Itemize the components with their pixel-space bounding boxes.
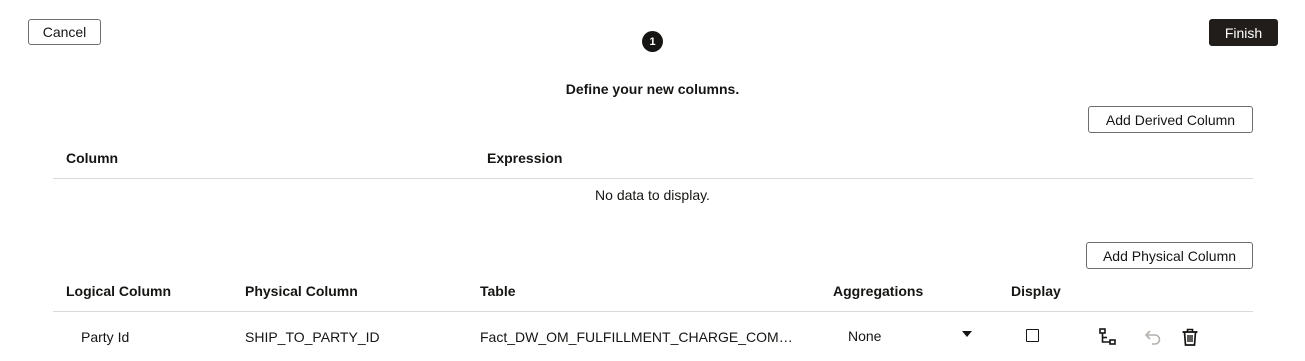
aggregation-value: None [848, 328, 882, 344]
aggregation-select[interactable]: None [838, 323, 980, 351]
column-header-display: Display [1011, 283, 1061, 299]
undo-icon[interactable] [1143, 327, 1163, 347]
finish-button[interactable]: Finish [1209, 19, 1278, 46]
derived-empty-message: No data to display. [595, 187, 710, 203]
physical-column-cell: SHIP_TO_PARTY_ID [245, 329, 380, 345]
add-physical-column-button[interactable]: Add Physical Column [1086, 242, 1253, 269]
physical-table-divider [53, 311, 1253, 312]
cancel-button[interactable]: Cancel [28, 19, 101, 45]
column-header-aggregations: Aggregations [833, 283, 924, 299]
column-header-table: Table [480, 283, 516, 299]
hierarchy-icon[interactable] [1098, 327, 1118, 347]
column-header-physical-column: Physical Column [245, 283, 358, 299]
column-header-expression: Expression [487, 150, 563, 166]
derived-table-divider [53, 178, 1253, 179]
step-indicator: 1 [642, 31, 663, 52]
add-derived-column-button[interactable]: Add Derived Column [1088, 106, 1253, 133]
display-checkbox[interactable] [1026, 329, 1039, 342]
logical-column-cell[interactable]: Party Id [81, 329, 129, 345]
table-cell: Fact_DW_OM_FULFILLMENT_CHARGE_COMP… [480, 329, 798, 345]
define-columns-page: Cancel 1 Finish Define your new columns.… [0, 0, 1305, 361]
column-header-logical-column: Logical Column [66, 283, 171, 299]
chevron-down-icon [962, 331, 972, 337]
column-header-column: Column [66, 150, 119, 166]
delete-icon[interactable] [1180, 327, 1200, 347]
instruction-text: Define your new columns. [565, 81, 740, 97]
